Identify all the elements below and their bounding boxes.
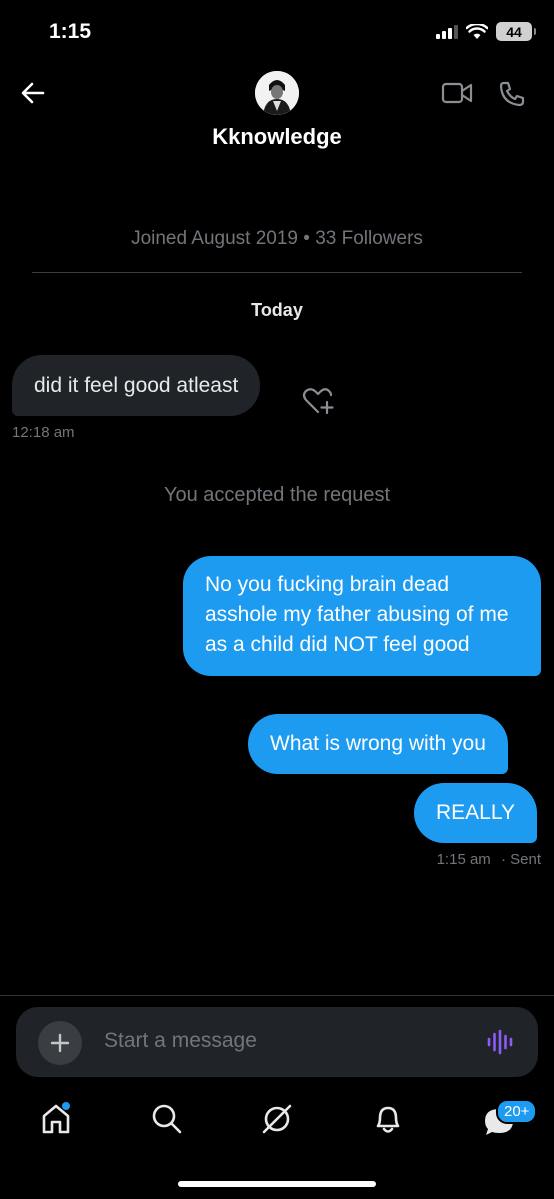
battery-indicator: 44	[496, 22, 536, 41]
contact-username[interactable]: Kknowledge	[0, 124, 554, 150]
search-icon	[152, 1104, 182, 1134]
add-reaction-button[interactable]	[302, 386, 336, 421]
outgoing-message-text: REALLY	[436, 801, 515, 824]
followers-count[interactable]: 33 Followers	[315, 228, 423, 249]
incoming-message-text: did it feel good atleast	[34, 373, 239, 397]
status-time: 1:15	[49, 20, 92, 43]
tab-notifications[interactable]	[372, 1102, 404, 1141]
outgoing-time: 1:15 am	[436, 851, 491, 868]
voice-wave-icon	[487, 1029, 513, 1055]
outgoing-message-bubble[interactable]: REALLY	[414, 783, 537, 843]
battery-level: 44	[506, 23, 522, 40]
bell-icon	[376, 1106, 400, 1133]
video-call-icon	[441, 82, 473, 104]
joined-date: Joined August 2019	[131, 228, 298, 249]
meta-separator: •	[303, 228, 310, 249]
incoming-timestamp: 12:18 am	[12, 424, 75, 441]
profile-meta: Joined August 2019 • 33 Followers	[0, 228, 554, 250]
phone-call-button[interactable]	[498, 80, 526, 113]
grok-icon	[262, 1104, 292, 1134]
video-call-button[interactable]	[441, 80, 473, 111]
signal-icon	[436, 24, 458, 39]
phone-icon	[499, 81, 525, 107]
back-button[interactable]	[20, 80, 46, 111]
outgoing-timestamp: 1:15 am · Sent	[437, 851, 541, 868]
status-icons: 44	[436, 22, 536, 41]
composer-divider	[0, 995, 554, 996]
avatar[interactable]	[255, 71, 299, 115]
system-message: You accepted the request	[163, 484, 391, 506]
wifi-icon	[466, 23, 488, 39]
heart-plus-icon	[302, 388, 334, 415]
outgoing-message-bubble[interactable]: What is wrong with you	[248, 714, 508, 774]
home-notification-dot	[62, 1102, 70, 1110]
delivery-status: · Sent	[500, 851, 541, 868]
tab-search[interactable]	[150, 1102, 184, 1141]
outgoing-message-text: No you fucking brain dead asshole my fat…	[205, 573, 509, 656]
outgoing-message-bubble[interactable]: No you fucking brain dead asshole my fat…	[183, 556, 541, 676]
home-indicator	[178, 1181, 376, 1187]
plus-icon	[50, 1033, 70, 1053]
message-composer[interactable]	[16, 1007, 538, 1077]
divider	[32, 272, 522, 273]
outgoing-message-text: What is wrong with you	[270, 732, 486, 755]
messages-badge: 20+	[496, 1099, 538, 1124]
back-arrow-icon	[21, 82, 45, 104]
voice-message-button[interactable]	[486, 1028, 514, 1061]
avatar-image	[255, 71, 299, 115]
incoming-message-bubble[interactable]: did it feel good atleast	[12, 355, 261, 416]
add-media-button[interactable]	[38, 1021, 82, 1065]
tab-grok[interactable]	[260, 1102, 294, 1141]
date-divider: Today	[251, 300, 303, 320]
message-input[interactable]: Start a message	[104, 1029, 257, 1053]
